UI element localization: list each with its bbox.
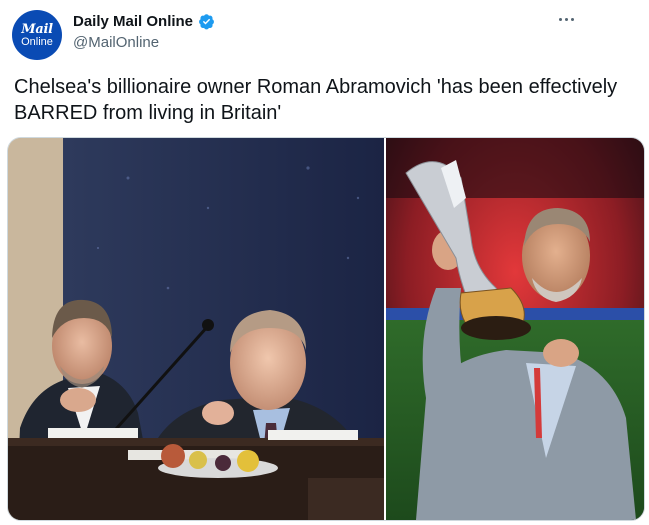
avatar-text-line2: Online: [21, 35, 53, 48]
verified-badge-icon: [198, 13, 215, 30]
more-options-icon[interactable]: [553, 8, 579, 30]
author-handle[interactable]: @MailOnline: [73, 34, 159, 51]
media-photo-trophy[interactable]: [386, 138, 644, 520]
tweet-card: Mail Online Daily Mail Online @MailOnlin…: [0, 0, 649, 525]
avatar-text-line1: Mail: [21, 21, 53, 37]
author-display-name[interactable]: Daily Mail Online: [73, 13, 193, 30]
media-photo-meeting[interactable]: [8, 138, 384, 520]
author-name-row: Daily Mail Online: [73, 13, 215, 30]
avatar[interactable]: Mail Online: [12, 10, 62, 60]
more-dot: [558, 17, 562, 21]
more-dot: [570, 17, 574, 21]
more-dot: [564, 17, 568, 21]
tweet-text: Chelsea's billionaire owner Roman Abramo…: [14, 76, 618, 124]
media-grid: [7, 137, 645, 521]
